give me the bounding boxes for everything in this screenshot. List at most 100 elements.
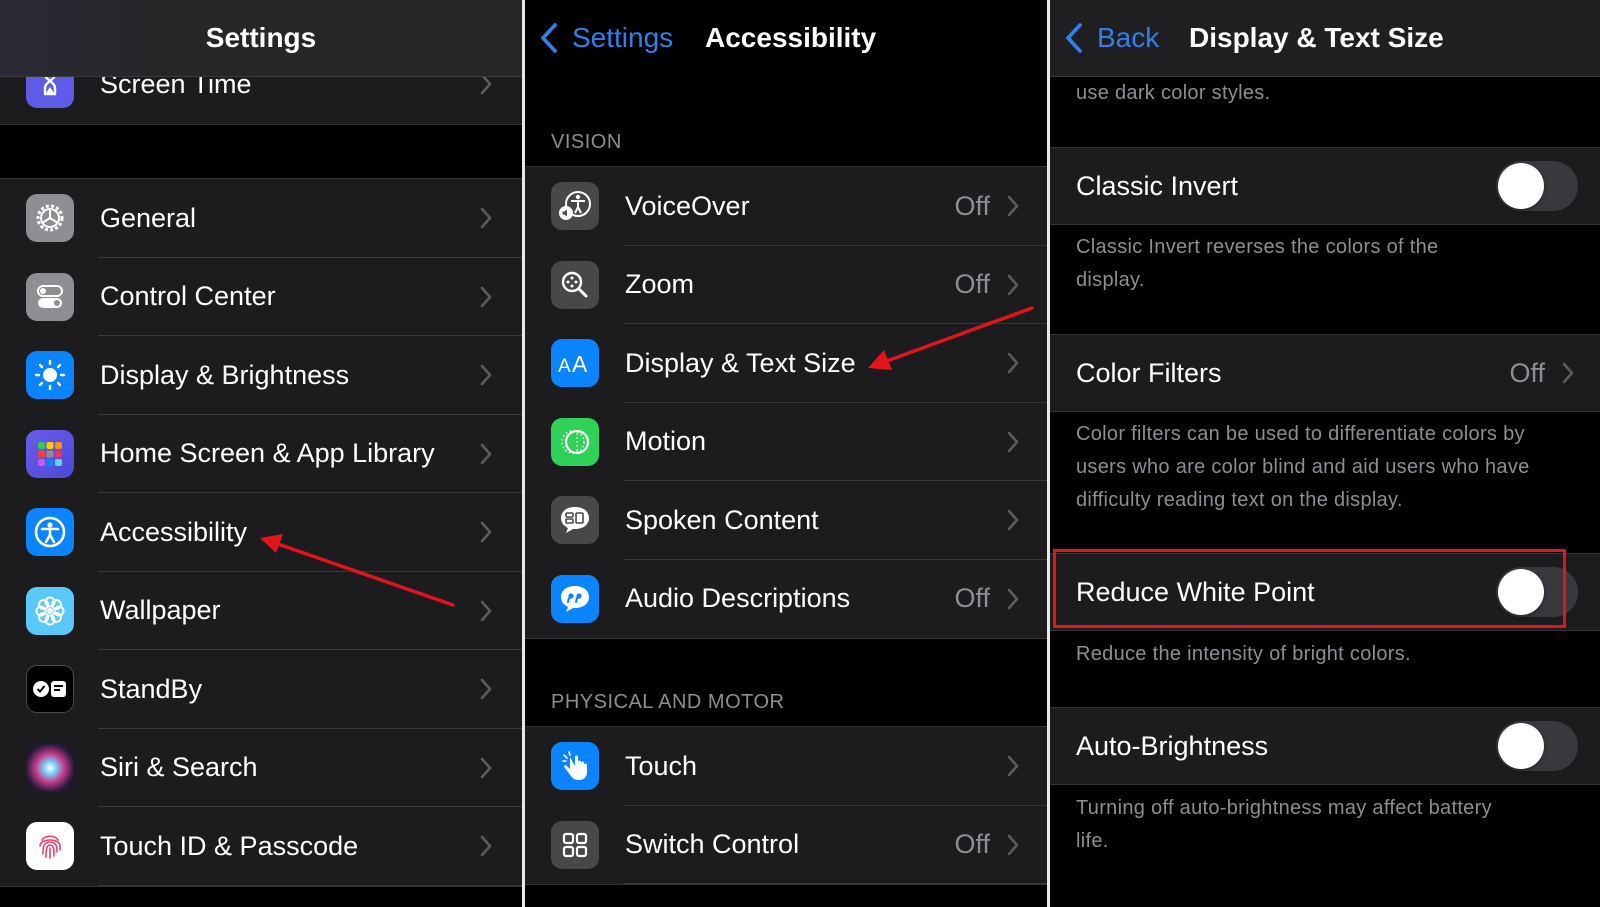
- settings-navbar: Settings: [0, 0, 522, 77]
- auto-brightness-row: Auto-Brightness: [1050, 708, 1600, 784]
- classic-invert-footer: Classic Invert reverses the colors of th…: [1076, 236, 1439, 291]
- voiceover-icon: [551, 182, 599, 231]
- accessibility-item-motion[interactable]: Motion: [525, 403, 1047, 481]
- standby-icon: [26, 665, 74, 714]
- settings-item-accessibility[interactable]: Accessibility: [0, 493, 522, 572]
- chevron-right-icon: [1007, 431, 1019, 453]
- switches-icon: [26, 272, 74, 321]
- accessibility-item-label: VoiceOver: [625, 190, 750, 221]
- sun-icon: [26, 351, 74, 400]
- flower-icon: [26, 586, 74, 635]
- physical-motor-group: Touch Switch Control Off: [525, 726, 1047, 885]
- quote-bubble-icon: [551, 574, 599, 623]
- chevron-right-icon: [480, 364, 492, 386]
- reduce-white-point-group: Reduce White Point: [1050, 553, 1600, 631]
- motion-icon: [551, 417, 599, 466]
- reduce-white-point-footer: Reduce the intensity of bright colors.: [1076, 643, 1411, 665]
- color-filters-row[interactable]: Color Filters Off: [1050, 335, 1600, 411]
- app-grid-icon: [26, 429, 74, 478]
- reduce-white-point-row: Reduce White Point: [1050, 554, 1600, 630]
- page-title: Display & Text Size: [1189, 22, 1444, 53]
- accessibility-navbar: Settings Accessibility: [525, 0, 1047, 77]
- fingerprint-icon: [26, 822, 74, 871]
- settings-item-label: Control Center: [100, 281, 276, 312]
- toggle-knob: [1498, 569, 1544, 615]
- color-filters-footer: Color filters can be used to differentia…: [1076, 423, 1530, 511]
- text-size-icon: AA: [551, 339, 599, 388]
- settings-item-touch-id[interactable]: Touch ID & Passcode: [0, 807, 522, 886]
- chevron-right-icon: [480, 443, 492, 465]
- back-chevron-icon: [540, 22, 558, 54]
- back-button[interactable]: Settings: [540, 22, 673, 54]
- accessibility-item-display-text-size[interactable]: AA Display & Text Size: [525, 324, 1047, 403]
- accessibility-item-touch[interactable]: Touch: [525, 727, 1047, 806]
- chevron-right-icon: [480, 521, 492, 543]
- accessibility-item-label: Motion: [625, 426, 707, 457]
- accessibility-item-voiceover[interactable]: VoiceOver Off: [525, 167, 1047, 246]
- color-filters-group: Color Filters Off: [1050, 334, 1600, 412]
- accessibility-item-label: Display & Text Size: [625, 347, 856, 378]
- auto-brightness-toggle[interactable]: [1496, 721, 1578, 771]
- zoom-icon: [551, 260, 599, 309]
- row-separator: [623, 883, 1047, 884]
- accessibility-item-switch-control[interactable]: Switch Control Off: [525, 806, 1047, 884]
- settings-item-home-screen[interactable]: Home Screen & App Library: [0, 415, 522, 493]
- settings-item-label: General: [100, 202, 197, 233]
- back-button[interactable]: Back: [1065, 22, 1159, 54]
- chevron-right-icon: [480, 207, 492, 229]
- section-header-physical-motor: PHYSICAL AND MOTOR: [551, 691, 785, 713]
- page-title: Settings: [205, 22, 317, 53]
- accessibility-item-spoken-content[interactable]: Spoken Content: [525, 481, 1047, 560]
- vision-group: VoiceOver Off Zoom Off AA Display & Text…: [525, 166, 1047, 639]
- settings-item-control-center[interactable]: Control Center: [0, 258, 522, 336]
- auto-brightness-group: Auto-Brightness: [1050, 707, 1600, 785]
- classic-invert-row: Classic Invert: [1050, 148, 1600, 224]
- chevron-right-icon: [1007, 352, 1019, 374]
- reduce-white-point-toggle[interactable]: [1496, 567, 1578, 617]
- accessibility-item-label: Touch: [625, 750, 698, 781]
- smart-invert-footer: use dark color styles.: [1076, 82, 1271, 104]
- settings-item-display-brightness[interactable]: Display & Brightness: [0, 336, 522, 415]
- settings-item-standby[interactable]: StandBy: [0, 650, 522, 729]
- settings-item-label: Accessibility: [100, 516, 248, 547]
- back-label: Settings: [572, 22, 674, 53]
- toggle-knob: [1498, 163, 1544, 209]
- accessibility-item-label: Switch Control: [625, 829, 800, 860]
- settings-item-label: Home Screen & App Library: [100, 438, 435, 469]
- accessibility-item-zoom[interactable]: Zoom Off: [525, 246, 1047, 324]
- chevron-right-icon: [1007, 834, 1019, 856]
- chevron-right-icon: [1562, 362, 1574, 384]
- back-label: Back: [1097, 22, 1160, 53]
- chevron-right-icon: [1007, 588, 1019, 610]
- page-title: Accessibility: [705, 22, 877, 53]
- settings-item-siri[interactable]: Siri & Search: [0, 729, 522, 807]
- panel-divider: [1047, 0, 1050, 907]
- speech-bubble-icon: [551, 496, 599, 545]
- chevron-right-icon: [1007, 195, 1019, 217]
- row-separator: [98, 884, 522, 886]
- svg-text:A: A: [558, 356, 571, 377]
- settings-item-label: Display & Brightness: [100, 359, 350, 390]
- settings-item-label: StandBy: [100, 673, 203, 704]
- panel-divider: [522, 0, 525, 907]
- color-filters-value: Off: [1509, 357, 1545, 388]
- gear-icon: [26, 194, 74, 243]
- color-filters-label: Color Filters: [1076, 357, 1222, 388]
- settings-panel: Settings Screen Time General Control Cen…: [0, 0, 522, 907]
- chevron-right-icon: [1007, 274, 1019, 296]
- toggle-knob: [1498, 723, 1544, 769]
- chevron-right-icon: [480, 678, 492, 700]
- back-chevron-icon: [1065, 22, 1083, 54]
- settings-item-wallpaper[interactable]: Wallpaper: [0, 572, 522, 650]
- chevron-right-icon: [480, 757, 492, 779]
- hand-tap-icon: [551, 742, 599, 791]
- accessibility-item-value: Off: [954, 190, 990, 221]
- reduce-white-point-label: Reduce White Point: [1076, 576, 1315, 607]
- accessibility-item-audio-descriptions[interactable]: Audio Descriptions Off: [525, 560, 1047, 639]
- classic-invert-toggle[interactable]: [1496, 161, 1578, 211]
- settings-item-label: Siri & Search: [100, 752, 258, 783]
- display-text-size-panel: Back Display & Text Size use dark color …: [1050, 0, 1600, 907]
- chevron-right-icon: [1007, 509, 1019, 531]
- classic-invert-group: Classic Invert: [1050, 147, 1600, 225]
- settings-item-general[interactable]: General: [0, 179, 522, 258]
